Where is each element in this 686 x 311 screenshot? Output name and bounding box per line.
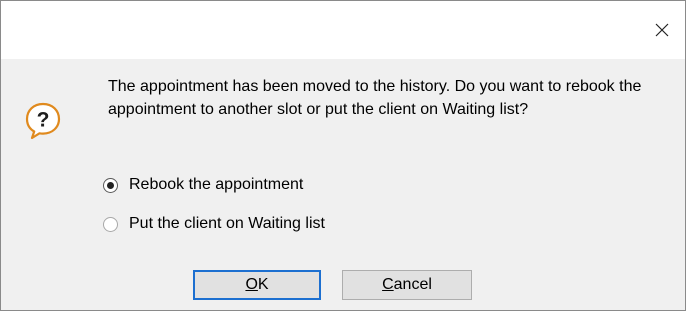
radio-label-rebook: Rebook the appointment (129, 176, 304, 193)
radio-button-rebook[interactable] (103, 177, 118, 193)
radio-selected-dot (107, 181, 114, 189)
question-icon: ? (25, 102, 61, 140)
radio-label-waiting-list: Put the client on Waiting list (129, 215, 325, 232)
dialog-window: ? The appointment has been moved to the … (0, 0, 686, 311)
cancel-button[interactable]: Cancel (342, 270, 472, 300)
cancel-label-rest: ancel (393, 276, 432, 293)
ok-button[interactable]: OK (193, 270, 321, 300)
ok-label-rest: K (257, 276, 269, 293)
radio-option-rebook[interactable]: Rebook the appointment (103, 176, 303, 194)
ok-mnemonic: O (245, 276, 258, 293)
cancel-mnemonic: C (382, 276, 394, 293)
svg-text:?: ? (37, 109, 50, 132)
dialog-message: The appointment has been moved to the hi… (108, 78, 642, 118)
close-icon (655, 23, 669, 37)
radio-option-waiting-list[interactable]: Put the client on Waiting list (103, 215, 325, 233)
radio-button-waiting-list[interactable] (103, 216, 118, 232)
title-bar (1, 1, 685, 59)
close-button[interactable] (639, 1, 685, 59)
